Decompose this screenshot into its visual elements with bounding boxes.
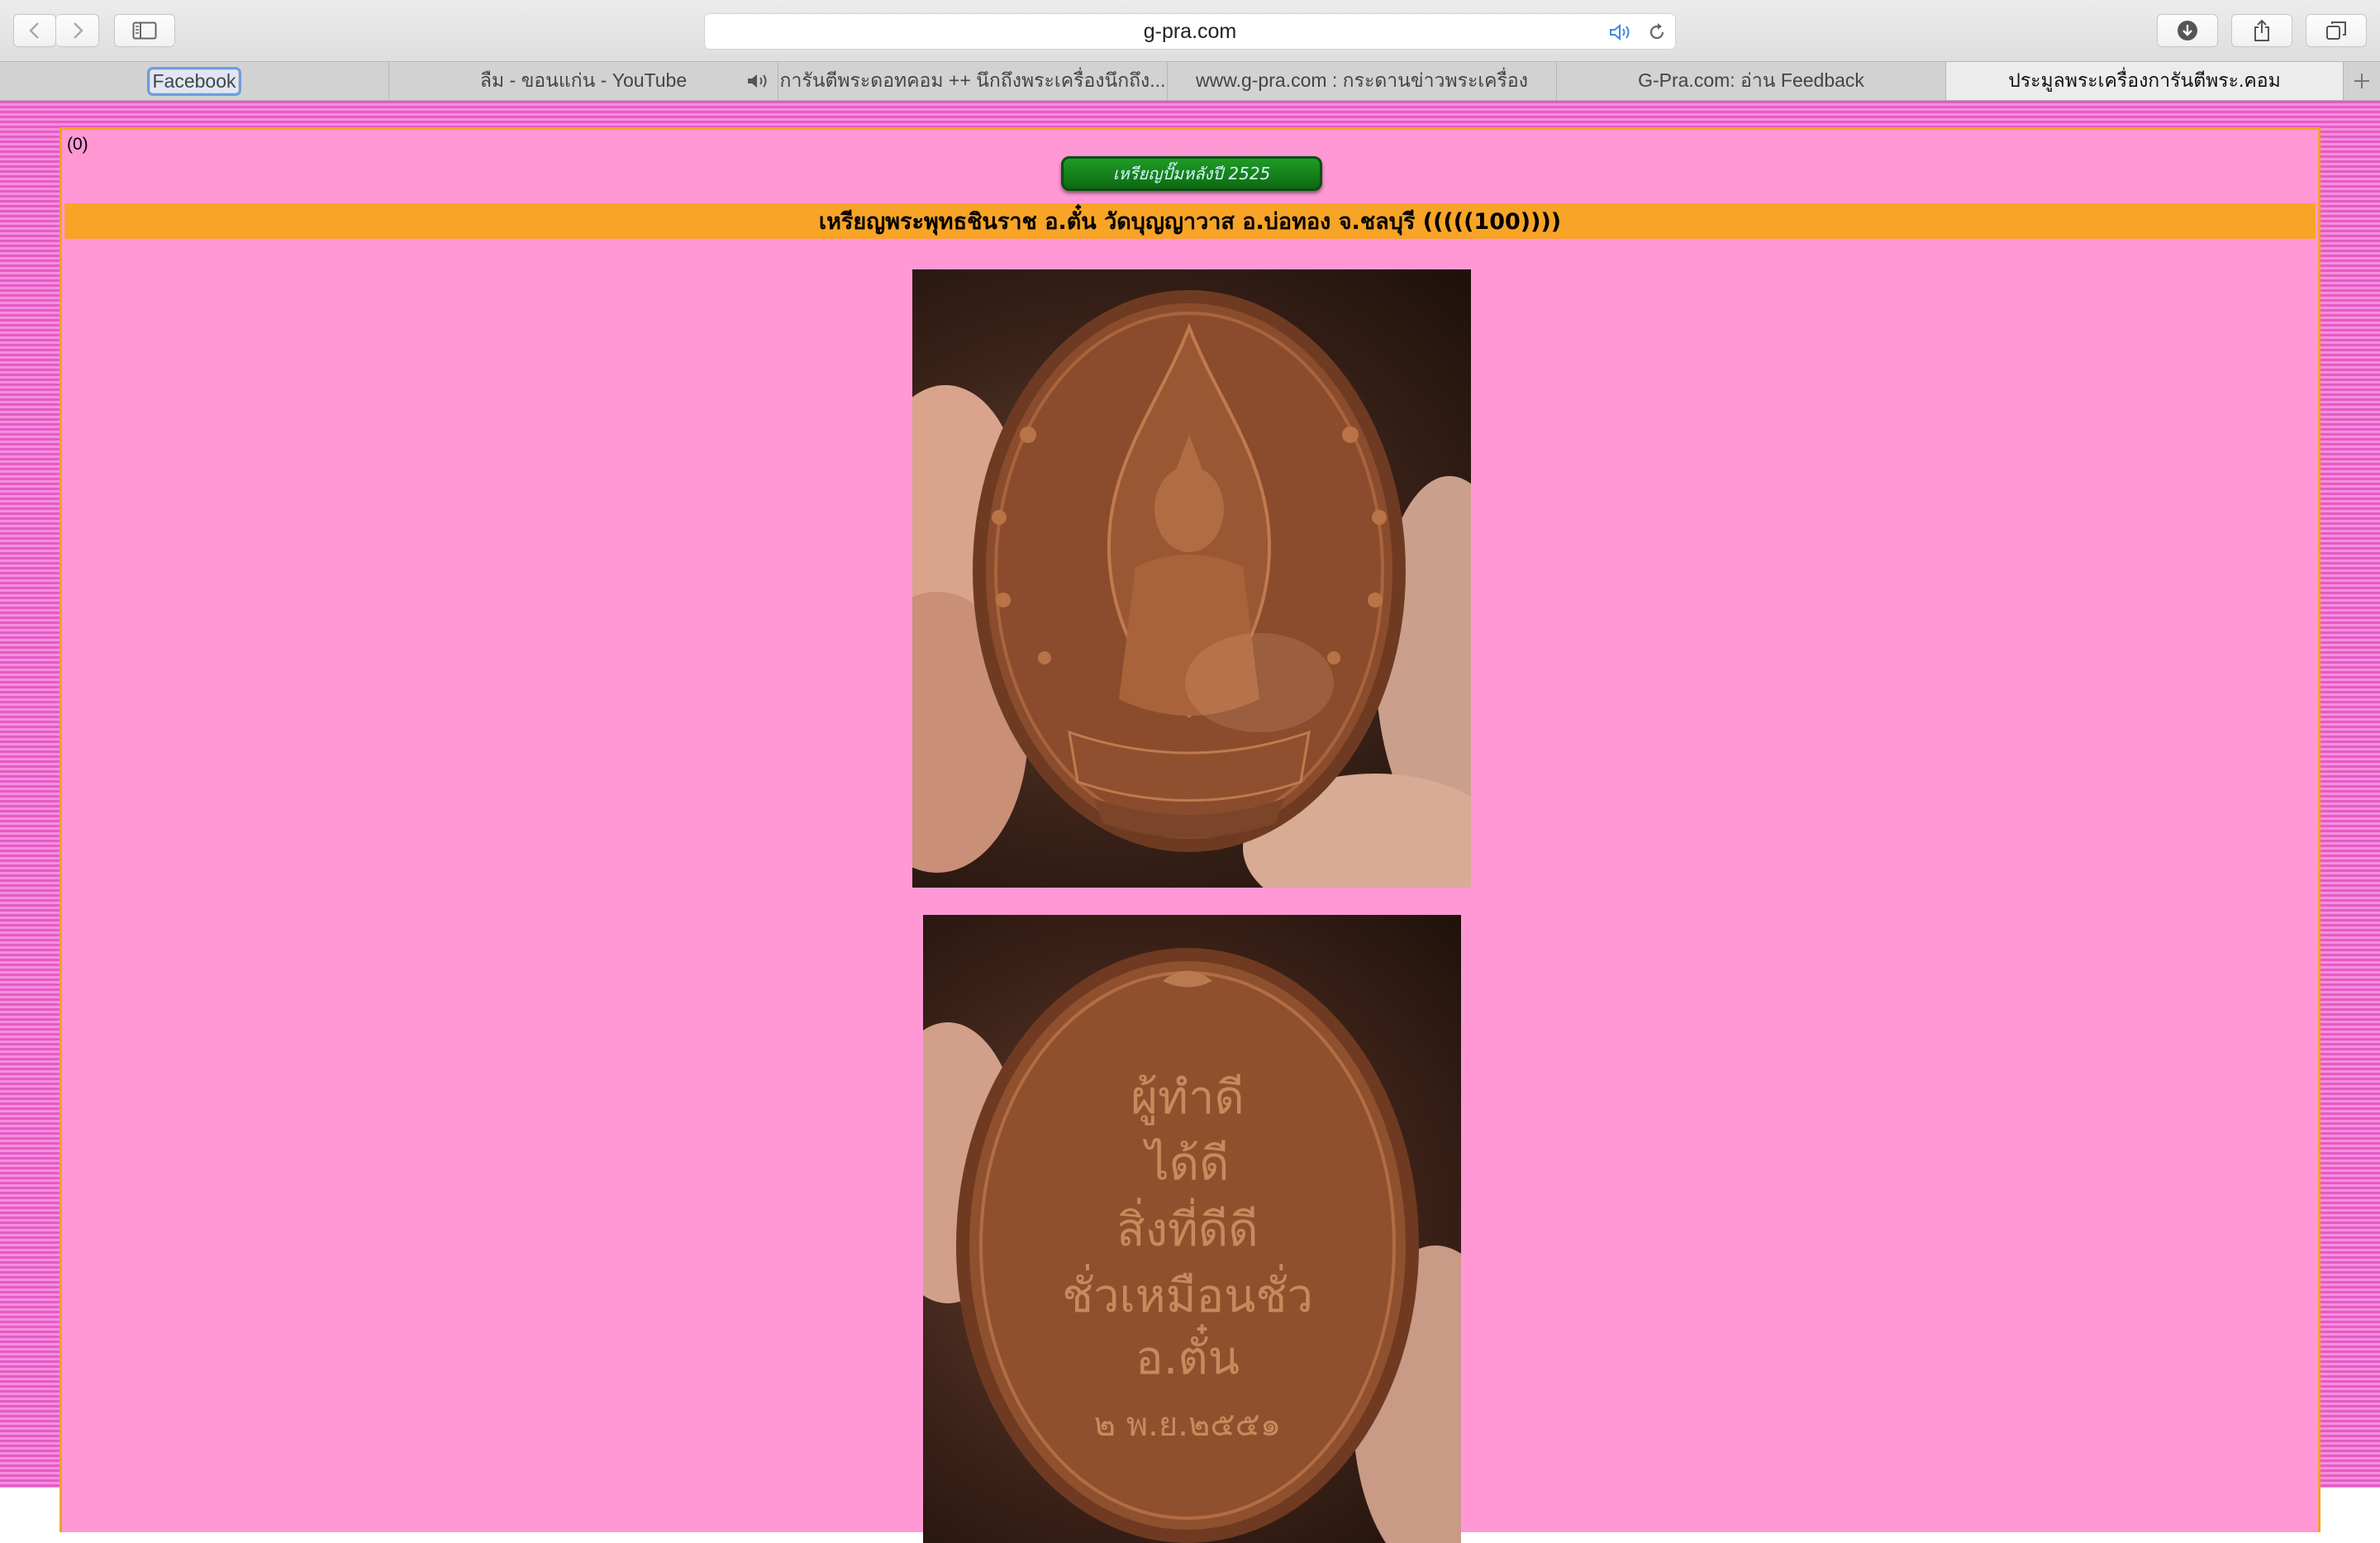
item-title: เหรียญพระพุทธชินราช อ.ตั๋น วัดบุญญาวาส อ… (64, 203, 2316, 239)
address-bar[interactable]: g-pra.com (704, 13, 1676, 50)
inscription-date: ๒ พ.ย.๒๕๕๑ (1094, 1406, 1282, 1444)
amulet-front-photo (912, 269, 1471, 888)
tab-youtube[interactable]: ลืม - ขอนแก่น - YouTube (389, 62, 778, 100)
tab-feedback[interactable]: G-Pra.com: อ่าน Feedback (1557, 62, 1946, 100)
inscription-line: ได้ดี (1143, 1137, 1230, 1191)
amulet-back-illustration: ผู้ทำดี ได้ดี สิ่งที่ดีดี ชั่วเหมือนชั่ว… (923, 948, 1461, 1543)
category-badge[interactable]: เหรียญปั๊มหลังปี 2525 (1061, 156, 1322, 191)
inscription-line: สิ่งที่ดีดี (1116, 1198, 1258, 1257)
forward-button[interactable] (56, 14, 99, 47)
share-icon (2254, 19, 2269, 41)
tab-g-pra-board[interactable]: www.g-pra.com : กระดานข่าวพระเครื่อง (1168, 62, 1557, 100)
speaker-icon[interactable] (1609, 23, 1634, 41)
tab-guarantee-pra[interactable]: การันตีพระดอทคอม ++ นึกถึงพระเครื่องนึกถ… (778, 62, 1168, 100)
inscription-line: อ.ตั๋น (1135, 1324, 1240, 1385)
tab-label: การันตีพระดอทคอม ++ นึกถึงพระเครื่องนึกถ… (779, 69, 1166, 91)
sidebar-icon (132, 21, 157, 40)
back-button[interactable] (13, 14, 56, 47)
inscription-line: ชั่วเหมือนชั่ว (1062, 1264, 1313, 1323)
tab-label: G-Pra.com: อ่าน Feedback (1638, 69, 1864, 91)
tab-overview-icon (2326, 21, 2346, 40)
tab-bar: Facebook ลืม - ขอนแก่น - YouTube การันตี… (0, 61, 2380, 101)
url-text[interactable]: g-pra.com (705, 14, 1675, 49)
new-tab-button[interactable] (2344, 62, 2380, 100)
sidebar-button[interactable] (114, 14, 175, 47)
inscription-line: ผู้ทำดี (1130, 1071, 1245, 1126)
tab-label: ลืม - ขอนแก่น - YouTube (479, 69, 688, 91)
tab-overview-button[interactable] (2306, 14, 2367, 47)
plus-icon (2354, 74, 2369, 88)
chevron-right-icon (73, 22, 83, 39)
downloads-button[interactable] (2157, 14, 2218, 47)
tab-facebook[interactable]: Facebook (0, 62, 389, 100)
amulet-front-illustration (912, 290, 1471, 888)
chevron-left-icon (29, 22, 39, 39)
tab-label: www.g-pra.com : กระดานข่าวพระเครื่อง (1196, 69, 1528, 91)
speaker-icon[interactable] (746, 72, 771, 90)
tab-label: ประมูลพระเครื่องการันตีพระ.คอม (2008, 69, 2281, 91)
web-page: (0) เหรียญปั๊มหลังปี 2525 เหรียญพระพุทธช… (0, 101, 2380, 1543)
amulet-back-photo: ผู้ทำดี ได้ดี สิ่งที่ดีดี ชั่วเหมือนชั่ว… (923, 915, 1461, 1543)
tab-auction[interactable]: ประมูลพระเครื่องการันตีพระ.คอม (1946, 62, 2344, 100)
share-button[interactable] (2231, 14, 2292, 47)
download-icon (2178, 21, 2197, 40)
reload-icon[interactable] (1647, 22, 1667, 42)
tab-label: Facebook (147, 66, 241, 96)
browser-toolbar: g-pra.com (0, 0, 2380, 61)
view-count: (0) (67, 135, 88, 154)
content-frame: (0) เหรียญปั๊มหลังปี 2525 เหรียญพระพุทธช… (60, 127, 2320, 1543)
